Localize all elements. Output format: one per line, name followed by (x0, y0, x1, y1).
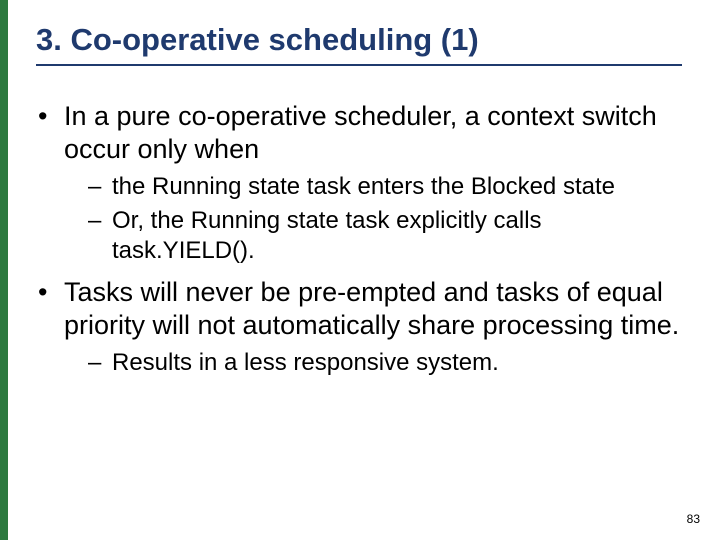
sub-bullet-list: the Running state task enters the Blocke… (64, 172, 684, 266)
page-number: 83 (687, 512, 700, 526)
bullet-item: In a pure co-operative scheduler, a cont… (36, 100, 684, 266)
bullet-item: Tasks will never be pre-empted and tasks… (36, 276, 684, 378)
sub-bullet-item: Results in a less responsive system. (64, 348, 684, 378)
slide-content: 3. Co-operative scheduling (1) In a pure… (0, 0, 720, 540)
bullet-list: In a pure co-operative scheduler, a cont… (36, 100, 684, 378)
slide-title: 3. Co-operative scheduling (1) (36, 22, 684, 58)
sub-bullet-item: Or, the Running state task explicitly ca… (64, 206, 684, 266)
title-underline (36, 64, 682, 66)
bullet-text: In a pure co-operative scheduler, a cont… (64, 101, 657, 164)
sub-bullet-item: the Running state task enters the Blocke… (64, 172, 684, 202)
sub-bullet-list: Results in a less responsive system. (64, 348, 684, 378)
bullet-text: Tasks will never be pre-empted and tasks… (64, 277, 679, 340)
